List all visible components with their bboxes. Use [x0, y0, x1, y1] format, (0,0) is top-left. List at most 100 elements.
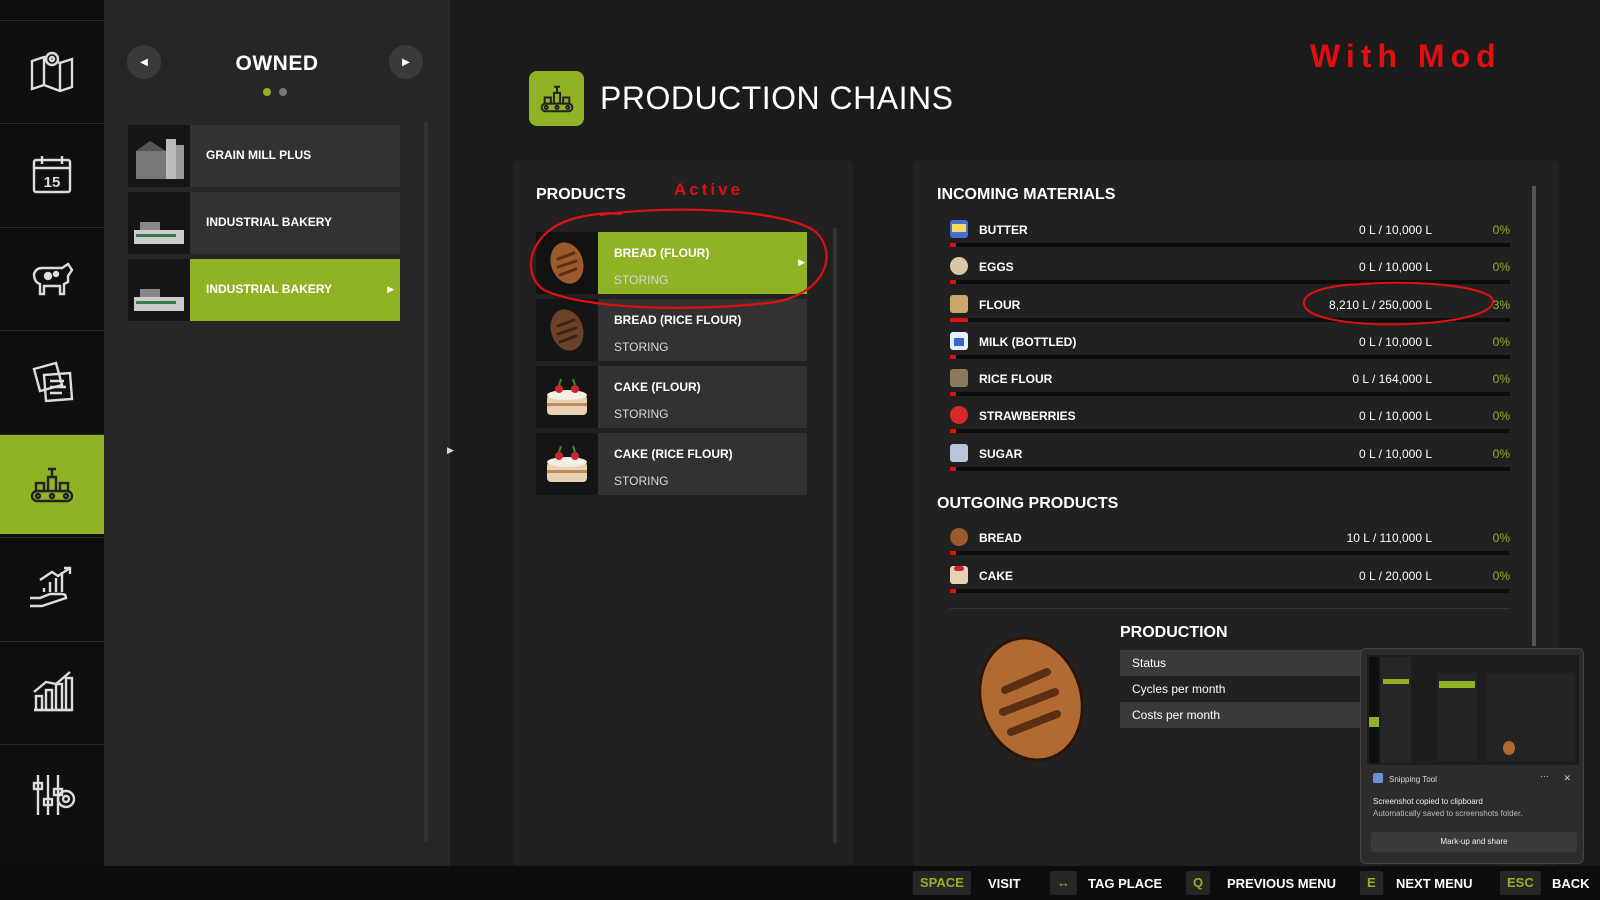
close-icon[interactable]: ✕ [1563, 773, 1571, 784]
fill-bar-level [950, 467, 956, 471]
fill-bar [950, 318, 1510, 322]
screenshot-thumbnail[interactable] [1367, 655, 1579, 765]
eggs-icon [950, 257, 968, 275]
material-row-butter: BUTTER 0 L / 10,000 L 0% [950, 220, 1510, 256]
output-row-bread: BREAD 10 L / 110,000 L 0% [950, 528, 1510, 564]
production-costs-row: Costs per month [1120, 702, 1370, 728]
fill-bar [950, 243, 1510, 247]
sugar-icon [950, 444, 968, 462]
markup-and-share-button[interactable]: Mark-up and share [1371, 832, 1577, 852]
fill-bar-level [950, 318, 969, 322]
settings-tab[interactable] [0, 744, 104, 844]
material-name: RICE FLOUR [979, 372, 1053, 386]
outgoing-products-title: OUTGOING PRODUCTS [937, 495, 1119, 512]
visit-action[interactable]: VISIT [988, 876, 1021, 891]
next-menu-action[interactable]: NEXT MENU [1396, 876, 1473, 891]
material-percent: 0% [1492, 447, 1510, 461]
map-tab[interactable] [0, 20, 104, 120]
products-scrollbar[interactable] [833, 228, 837, 843]
milk-bottle-icon [950, 332, 968, 350]
key-space[interactable]: SPACE [913, 871, 971, 895]
bread-large-icon [978, 636, 1084, 762]
cake-icon [536, 433, 598, 495]
snip-app-name: Snipping Tool [1389, 775, 1437, 784]
production-tab[interactable] [0, 434, 112, 534]
arrow-right-icon: ▶ [402, 56, 410, 68]
key-e[interactable]: E [1360, 871, 1383, 895]
material-percent: 0% [1492, 409, 1510, 423]
product-cake-flour[interactable]: CAKE (FLOUR) STORING [536, 366, 807, 428]
details-scrollbar[interactable] [1532, 186, 1536, 646]
material-percent: 0% [1492, 260, 1510, 274]
product-bread-flour[interactable]: BREAD (FLOUR) STORING ▶ [536, 232, 807, 294]
material-amount: 0 L / 10,000 L [1359, 260, 1432, 274]
product-cake-rice-flour[interactable]: CAKE (RICE FLOUR) STORING [536, 433, 807, 495]
material-name: MILK (BOTTLED) [979, 335, 1077, 349]
material-name: BUTTER [979, 223, 1028, 237]
finances-tab[interactable] [0, 537, 104, 637]
key-esc[interactable]: ESC [1500, 871, 1541, 895]
material-row-eggs: EGGS 0 L / 10,000 L 0% [950, 257, 1510, 293]
material-percent: 0% [1492, 569, 1510, 583]
product-status: STORING [614, 273, 669, 287]
production-icon [30, 467, 74, 502]
statistics-icon [33, 670, 74, 711]
bakery-thumbnail [128, 259, 190, 321]
owned-scrollbar[interactable] [424, 122, 428, 842]
cake-icon [950, 566, 968, 584]
next-category-button[interactable]: ▶ [389, 45, 423, 79]
tag-place-action[interactable]: TAG PLACE [1088, 876, 1162, 891]
calendar-tab[interactable]: 15 [0, 123, 104, 223]
contracts-icon [32, 361, 74, 402]
material-row-rice-flour: RICE FLOUR 0 L / 164,000 L 0% [950, 369, 1510, 405]
grain-mill-thumbnail [128, 125, 190, 187]
fill-bar-level [950, 392, 956, 396]
contracts-tab[interactable] [0, 330, 104, 430]
fill-bar-level [950, 589, 956, 593]
snip-message: Screenshot copied to clipboard [1373, 797, 1483, 806]
material-name: STRAWBERRIES [979, 409, 1076, 423]
output-row-cake: CAKE 0 L / 20,000 L 0% [950, 566, 1510, 602]
collapse-panel-button[interactable]: ▶ [447, 430, 461, 470]
bread-icon [536, 299, 598, 361]
material-amount: 0 L / 10,000 L [1359, 409, 1432, 423]
material-amount: 10 L / 110,000 L [1346, 531, 1432, 545]
back-action[interactable]: BACK [1552, 876, 1590, 891]
material-amount: 0 L / 20,000 L [1359, 569, 1432, 583]
calendar-day: 15 [44, 174, 61, 191]
bread-icon [950, 528, 968, 546]
product-name: BREAD (FLOUR) [614, 246, 710, 260]
incoming-materials-title: INCOMING MATERIALS [937, 186, 1116, 203]
page-dot [279, 88, 287, 96]
animals-tab[interactable] [0, 227, 104, 327]
key-tag[interactable]: ↔ [1050, 871, 1077, 895]
bakery-thumbnail [128, 192, 190, 254]
active-annotation: Active [674, 180, 744, 199]
snipping-tool-notification[interactable]: Snipping Tool ··· ✕ Screenshot copied to… [1360, 648, 1584, 864]
owned-item-grain-mill[interactable]: GRAIN MILL PLUS [128, 125, 400, 187]
page-dot-active [263, 88, 271, 96]
owned-panel: ◀ OWNED ▶ GRAIN MILL PLUS INDUSTRIAL BAK… [104, 0, 450, 866]
product-status: STORING [614, 474, 669, 488]
bread-icon [536, 232, 598, 294]
previous-menu-action[interactable]: PREVIOUS MENU [1227, 876, 1336, 891]
material-percent: 0% [1492, 531, 1510, 545]
material-amount: 0 L / 164,000 L [1352, 372, 1432, 386]
more-options-icon[interactable]: ··· [1540, 771, 1549, 781]
products-title: PRODUCTS [536, 186, 626, 203]
product-bread-rice-flour[interactable]: BREAD (RICE FLOUR) STORING [536, 299, 807, 361]
map-icon [30, 51, 74, 92]
key-q[interactable]: Q [1186, 871, 1211, 895]
finance-hand-icon [30, 566, 72, 607]
statistics-tab[interactable] [0, 641, 104, 741]
material-amount: 8,210 L / 250,000 L [1329, 298, 1432, 312]
fill-bar [950, 280, 1510, 284]
fill-bar-level [950, 355, 956, 359]
fill-bar-level [950, 551, 956, 555]
owned-item-industrial-bakery[interactable]: INDUSTRIAL BAKERY [128, 192, 400, 254]
material-name: FLOUR [979, 298, 1021, 312]
fill-bar [950, 467, 1510, 471]
page-title: PRODUCTION CHAINS [600, 80, 954, 116]
owned-item-industrial-bakery-selected[interactable]: INDUSTRIAL BAKERY ▶ [128, 259, 400, 321]
product-status: STORING [614, 340, 669, 354]
